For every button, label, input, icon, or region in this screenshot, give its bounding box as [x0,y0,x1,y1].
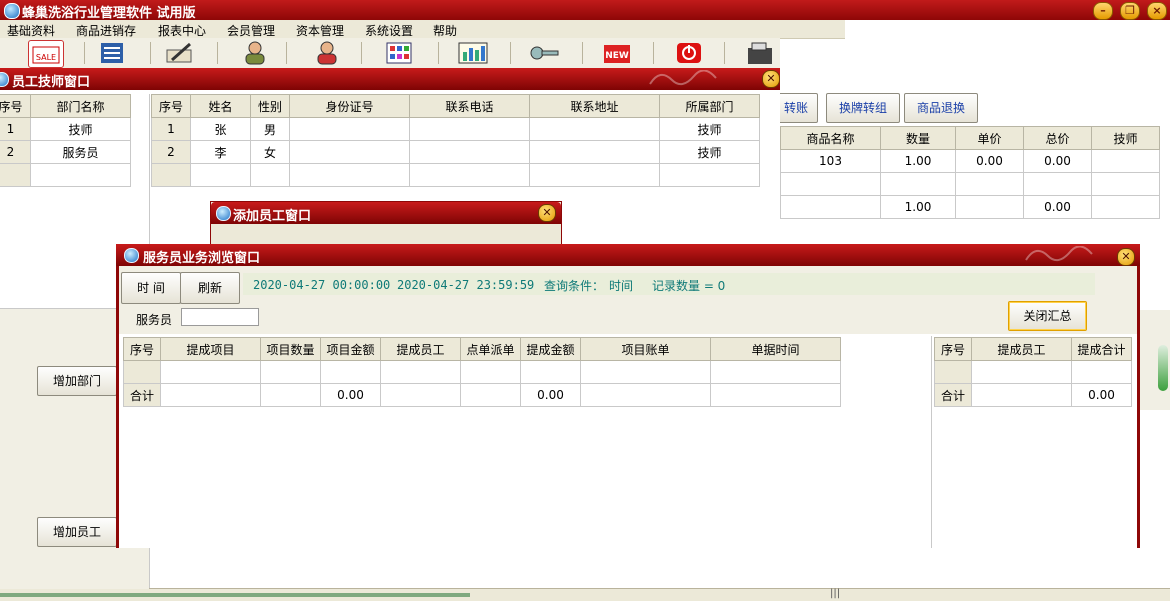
app-title-bar: 蜂巢洗浴行业管理软件 试用版 – ❐ × [0,0,1170,21]
time-button[interactable]: 时 间 [121,272,181,304]
bar-chart-icon[interactable] [456,40,490,66]
menu-capital[interactable]: 资本管理 [296,22,344,39]
user-icon[interactable] [238,40,272,66]
browse-window-header: 服务员业务浏览窗口 ✕ [116,244,1140,266]
total-row: 合计 0.00 [934,383,1132,407]
scroll-strip [1140,310,1170,410]
cash-register-icon[interactable] [742,40,776,66]
close-icon[interactable]: ✕ [538,204,556,222]
write-icon[interactable] [162,40,196,66]
department-table: 序号 部门名称 1 技师 2 服务员 [0,94,131,187]
grid-icon[interactable] [382,40,416,66]
menu-reports[interactable]: 报表中心 [158,22,206,39]
table-row[interactable]: 1 技师 [0,117,131,141]
waiter-input[interactable] [181,308,259,326]
restore-icon[interactable]: ❐ [1120,2,1140,20]
change-tag-button[interactable]: 换牌转组 [826,93,900,123]
transfer-button[interactable]: 转账 [774,93,818,123]
total-commission-amount: 0.00 [520,383,581,407]
swirl-decoration [649,70,717,86]
close-summary-button[interactable]: 关闭汇总 [1008,301,1087,331]
key-icon[interactable] [527,40,561,66]
commission-summary-table: 序号 提成员工 提成合计 合计 0.00 [934,337,1132,407]
pane-divider [931,336,932,548]
document-list-icon[interactable] [95,40,129,66]
col-goods-name: 商品名称 [780,126,881,150]
record-count: 记录数量 = 0 [652,279,726,293]
end-time: 2020-04-27 23:59:59 [397,278,535,292]
table-row[interactable] [934,360,1132,384]
employee-table: 序号 姓名 性别 身份证号 联系电话 联系地址 所属部门 1 张男技师 2 李女技师 [151,94,760,187]
sale-icon[interactable]: SALE [28,40,64,68]
table-row[interactable]: 1 张男技师 [151,117,760,141]
close-icon[interactable]: ✕ [762,70,780,88]
browse-window: 服务员业务浏览窗口 ✕ 时 间 刷新 2020-04-27 00:00:00 2… [116,244,1140,548]
member-icon[interactable] [310,40,344,66]
staff-window-header: 员工技师窗口 ✕ [0,68,780,90]
app-title: 蜂巢洗浴行业管理软件 试用版 [22,6,196,21]
toolbar: SALE NEW [0,38,780,68]
table-row[interactable] [0,163,131,187]
status-bar: ||| [0,588,1170,601]
menu-help[interactable]: 帮助 [433,22,457,39]
add-employee-window: 添加员工窗口 ✕ [210,201,562,248]
scroll-thumb[interactable] [1158,345,1168,391]
table-row[interactable]: 1.00 0.00 [780,195,1160,219]
window-logo-icon [124,248,139,263]
minimize-icon[interactable]: – [1093,2,1113,20]
start-time: 2020-04-27 00:00:00 [253,278,391,292]
col-technician: 技师 [1091,126,1160,150]
col-unit-price: 单价 [955,126,1024,150]
menu-settings[interactable]: 系统设置 [365,22,413,39]
table-row[interactable]: 103 1.00 0.00 0.00 [780,149,1160,173]
menu-members[interactable]: 会员管理 [227,22,275,39]
add-employee-button[interactable]: 增加员工 [37,517,117,547]
waiter-label: 服务员 [136,313,173,327]
query-condition-value: 时间 [609,279,634,293]
close-icon[interactable]: ✕ [1117,248,1135,266]
table-row[interactable]: 2 服务员 [0,140,131,164]
svg-text:NEW: NEW [605,51,629,61]
staff-window-title: 员工技师窗口 [12,75,91,90]
order-table: 商品名称 数量 单价 总价 技师 103 1.00 0.00 0.00 1.00 0.0… [780,126,1160,219]
app-logo-icon [4,3,20,19]
table-row[interactable] [780,172,1160,196]
menu-inventory[interactable]: 商品进销存 [76,22,136,39]
new-icon[interactable]: NEW [600,40,634,66]
add-employee-window-header: 添加员工窗口 ✕ [211,202,561,224]
total-project-amount: 0.00 [320,383,381,407]
add-employee-window-title: 添加员工窗口 [233,209,312,224]
browse-window-title: 服务员业务浏览窗口 [143,251,261,266]
goods-return-button[interactable]: 商品退换 [904,93,978,123]
total-commission-sum: 0.00 [1071,383,1132,407]
svg-text:SALE: SALE [36,53,56,62]
total-row: 合计 0.00 0.00 [123,383,841,407]
table-row[interactable] [151,163,760,187]
col-total-price: 总价 [1023,126,1092,150]
add-department-button[interactable]: 增加部门 [37,366,117,396]
menu-basic-data[interactable]: 基础资料 [7,22,55,39]
filter-panel: 时 间 刷新 2020-04-27 00:00:00 2020-04-27 23… [119,266,1137,334]
commission-detail-table: 序号 提成项目 项目数量 项目金额 提成员工 点单派单 提成金额 项目账单 单据时间 合计 0.… [123,337,841,407]
window-logo-icon [0,72,9,87]
window-logo-icon [216,206,231,221]
col-quantity: 数量 [880,126,956,150]
power-icon[interactable] [672,40,706,66]
close-app-icon[interactable]: × [1147,2,1167,20]
query-condition-label: 查询条件： [544,279,605,293]
table-row[interactable]: 2 李女技师 [151,140,760,164]
table-row[interactable] [123,360,841,384]
refresh-button[interactable]: 刷新 [180,272,240,304]
menu-bar: 基础资料 商品进销存 报表中心 会员管理 资本管理 系统设置 帮助 [0,20,845,39]
